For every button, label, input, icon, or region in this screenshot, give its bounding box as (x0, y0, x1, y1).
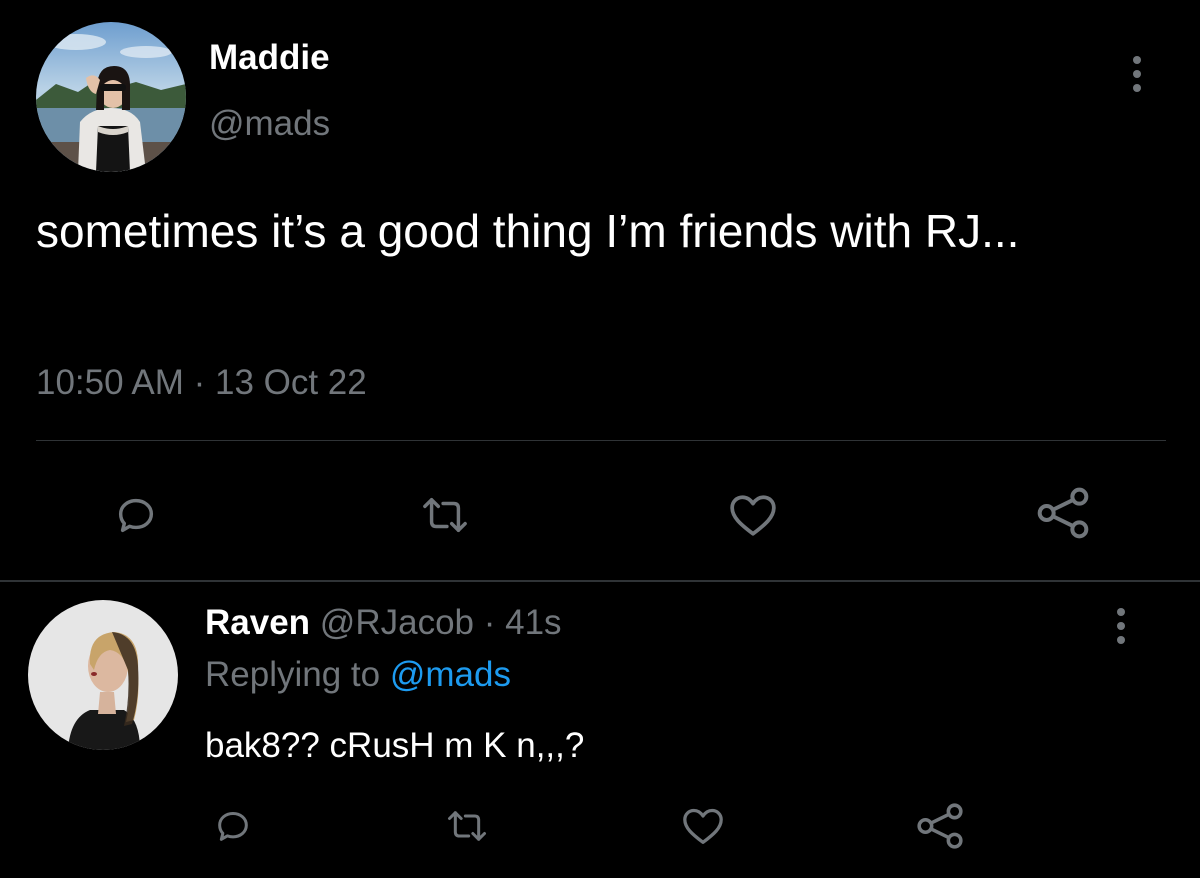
heart-icon (683, 808, 723, 844)
reply-share-button[interactable] (910, 796, 970, 856)
reply-text: bak8?? cRusH m K n,,,? (205, 726, 585, 765)
author-avatar[interactable] (36, 22, 186, 172)
reply-icon (118, 498, 154, 533)
reply-like-button[interactable] (675, 798, 731, 854)
retweet-icon (423, 497, 467, 533)
author-name[interactable]: Maddie (209, 38, 330, 78)
retweet-icon (448, 811, 486, 841)
tweet-thread: Maddie @mads sometimes it’s a good thing… (0, 0, 1200, 878)
more-options-button[interactable] (1122, 44, 1152, 104)
more-dot (1117, 636, 1125, 644)
avatar-photo (36, 22, 186, 172)
heart-icon (730, 495, 776, 536)
tweet-timestamp[interactable]: 10:50 AM · 13 Oct 22 (36, 363, 367, 403)
divider (36, 440, 1166, 441)
more-vertical-icon (1133, 56, 1141, 64)
reply-button[interactable] (106, 485, 166, 545)
share-icon (1037, 487, 1089, 539)
more-vertical-icon (1117, 608, 1125, 616)
more-dot (1133, 70, 1141, 78)
author-handle[interactable]: @mads (209, 104, 330, 144)
tweet-text: sometimes it’s a good thing I’m friends … (36, 205, 1020, 257)
retweet-button[interactable] (410, 485, 480, 545)
like-button[interactable] (720, 485, 786, 545)
reply-author-avatar[interactable] (28, 600, 178, 750)
divider (0, 580, 1200, 582)
reply-icon (218, 812, 248, 841)
replying-to: Replying to @mads (205, 655, 511, 695)
share-button[interactable] (1030, 480, 1096, 546)
avatar-photo (28, 600, 178, 750)
replying-to-mention[interactable]: @mads (390, 655, 511, 694)
reply-retweet-button[interactable] (437, 798, 497, 854)
reply-author-meta[interactable]: @RJacob · 41s (320, 603, 562, 642)
reply-author-name[interactable]: Raven (205, 603, 310, 642)
reply-reply-button[interactable] (205, 798, 261, 854)
reply-more-options-button[interactable] (1106, 596, 1136, 656)
replying-prefix: Replying to (205, 655, 381, 694)
more-dot (1133, 84, 1141, 92)
reply-header: Raven @RJacob · 41s (205, 603, 562, 643)
more-dot (1117, 622, 1125, 630)
share-icon (917, 803, 963, 849)
